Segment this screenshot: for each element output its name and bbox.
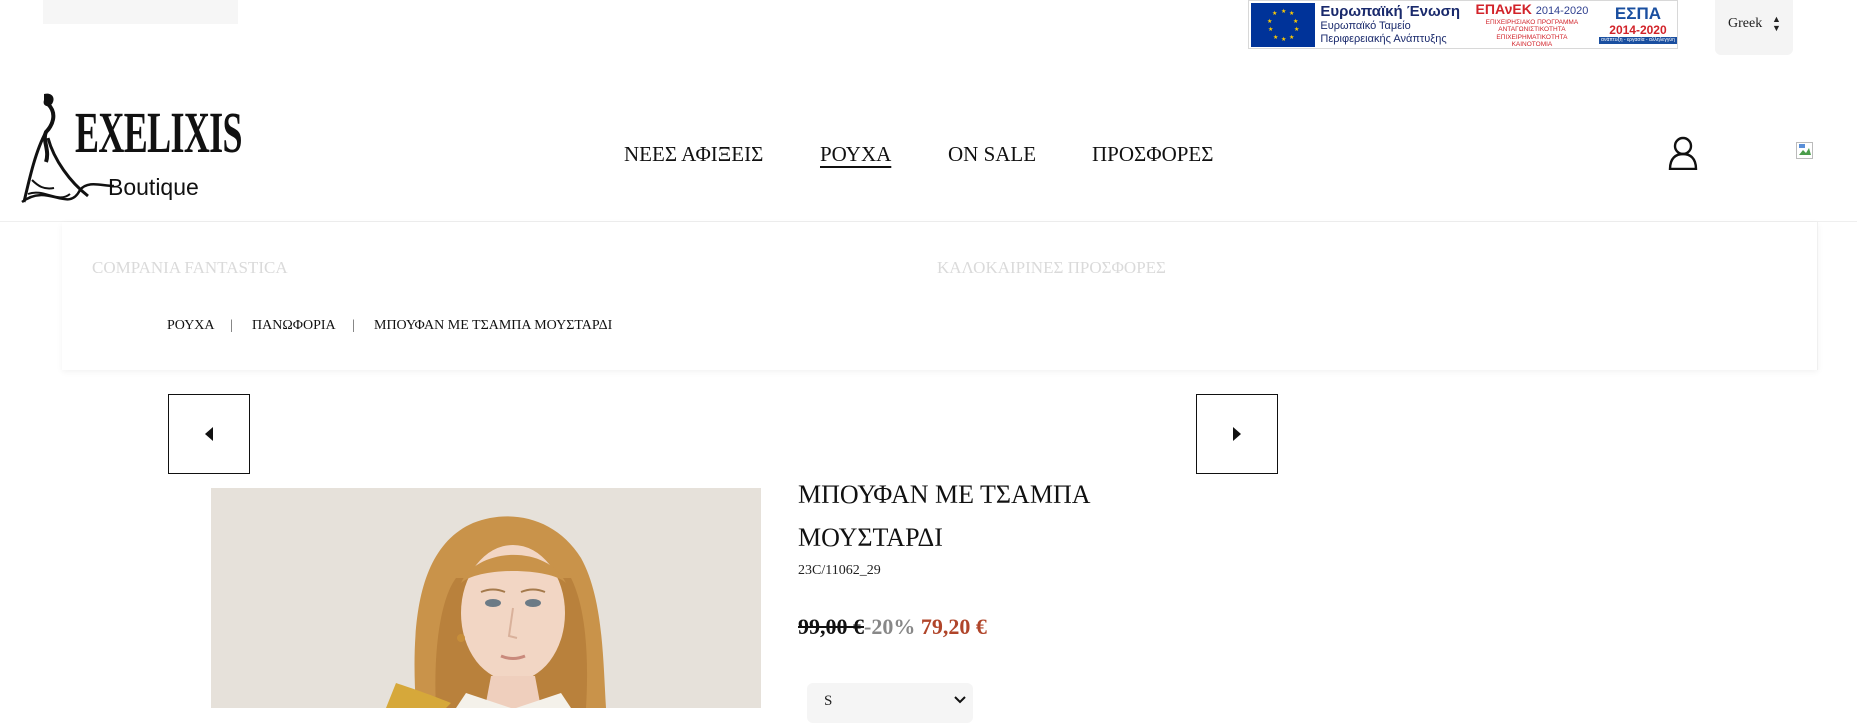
mega-link-compania[interactable]: COMPANIA FANTASTICA	[92, 258, 288, 278]
breadcrumb-separator: |	[230, 318, 233, 333]
eu-title: Ευρωπαϊκή Ένωση	[1320, 3, 1461, 20]
espa-years: 2014-2020	[1609, 23, 1667, 37]
espa-logo: ΕΣΠΑ 2014-2020 ανάπτυξη - εργασία - αλλη…	[1598, 4, 1677, 44]
mega-menu-panel: COMPANIA FANTASTICA ΚΑΛΟΚΑΙΡΙΝΕΣ ΠΡΟΣΦΟΡ…	[62, 222, 1818, 370]
chevron-down-icon	[954, 696, 966, 704]
nav-item-new-arrivals[interactable]: ΝΕΕΣ ΑΦΙΞΕΙΣ	[624, 142, 763, 167]
cart-icon[interactable]	[1796, 142, 1818, 162]
updown-arrows-icon: ▲ ▼	[1772, 14, 1781, 33]
site-logo[interactable]: EXELIXIS Boutique	[18, 90, 248, 215]
espa-slogan: ανάπτυξη - εργασία - αλληλεγγύη	[1598, 37, 1677, 44]
mega-link-summer-offers[interactable]: ΚΑΛΟΚΑΙΡΙΝΕΣ ΠΡΟΣΦΟΡΕΣ	[937, 258, 1166, 278]
price-block: 99,00 €-20% 79,20 €	[798, 614, 987, 640]
breadcrumb-item-outerwear[interactable]: ΠΑΝΩΦΟΡΙΑ	[252, 318, 336, 334]
caret-left-icon	[205, 427, 213, 441]
product-image[interactable]	[211, 488, 761, 708]
product-title-line-2: ΜΟΥΣΤΑΡΔΙ	[798, 523, 943, 552]
next-product-button[interactable]	[1196, 394, 1278, 474]
eu-flag-icon: ★ ★ ★ ★ ★ ★ ★ ★ ★ ★	[1251, 2, 1316, 47]
sale-price: 79,20 €	[920, 614, 987, 639]
top-bar-box	[43, 0, 238, 24]
user-account-icon[interactable]	[1668, 136, 1698, 171]
product-title-line-1: ΜΠΟΥΦΑΝ ΜΕ ΤΣΑΜΠΑ	[798, 480, 1091, 509]
eu-text-block: Ευρωπαϊκή Ένωση Ευρωπαϊκό Ταμείο Περιφερ…	[1320, 3, 1463, 46]
epanek-line-4: ΚΑΙΝΟΤΟΜΙΑ	[1511, 41, 1553, 48]
size-select[interactable]: S	[807, 683, 973, 723]
caret-right-icon	[1233, 427, 1241, 441]
old-price: 99,00 €	[798, 614, 864, 639]
product-sku: 23C/11062_29	[798, 563, 881, 578]
eu-fund-line: Ευρωπαϊκό Ταμείο	[1320, 20, 1411, 32]
breadcrumb-item-clothes[interactable]: ΡΟΥΧΑ	[167, 318, 215, 334]
epanek-years: 2014-2020	[1535, 4, 1589, 17]
espa-title: ΕΣΠΑ	[1614, 4, 1662, 23]
breadcrumb-item-current: ΜΠΟΥΦΑΝ ΜΕ ΤΣΑΜΠΑ ΜΟΥΣΤΑΡΔΙ	[374, 318, 613, 333]
nav-item-offers[interactable]: ΠΡΟΣΦΟΡΕΣ	[1092, 142, 1213, 167]
epanek-line-2: ΑΝΤΑΓΩΝΙΣΤΙΚΟΤΗΤΑ	[1498, 26, 1566, 33]
epanek-line-3: ΕΠΙΧΕΙΡΗΜΑΤΙΚΟΤΗΤΑ	[1496, 33, 1568, 41]
previous-product-button[interactable]	[168, 394, 250, 474]
epanek-line-1: ΕΠΙΧΕΙΡΗΣΙΑΚΟ ΠΡΟΓΡΑΜΜΑ	[1485, 18, 1579, 26]
logo-wordmark: EXELIXIS	[75, 100, 243, 165]
language-selector[interactable]: Greek ▲ ▼	[1715, 0, 1793, 55]
logo-subtitle: Boutique	[108, 174, 199, 200]
size-selected-value: S	[824, 693, 833, 709]
epanek-title: ΕΠΑνΕΚ	[1475, 0, 1532, 17]
nav-item-on-sale[interactable]: ON SALE	[948, 142, 1036, 167]
language-label: Greek	[1728, 16, 1763, 31]
eu-funding-banner: ★ ★ ★ ★ ★ ★ ★ ★ ★ ★ Ευρωπαϊκή Ένωση Ευρω…	[1248, 0, 1678, 49]
eu-dev-line: Περιφερειακής Ανάπτυξης	[1320, 33, 1447, 45]
epanek-logo: ΕΠΑνΕΚ 2014-2020 ΕΠΙΧΕΙΡΗΣΙΑΚΟ ΠΡΟΓΡΑΜΜΑ…	[1471, 0, 1593, 48]
nav-item-clothes[interactable]: ΡΟΥΧΑ	[820, 142, 891, 167]
product-title: ΜΠΟΥΦΑΝ ΜΕ ΤΣΑΜΠΑ ΜΟΥΣΤΑΡΔΙ	[798, 473, 1118, 559]
discount-badge: -20%	[864, 614, 916, 639]
breadcrumb-separator: |	[352, 318, 355, 333]
model-photo	[211, 488, 761, 708]
